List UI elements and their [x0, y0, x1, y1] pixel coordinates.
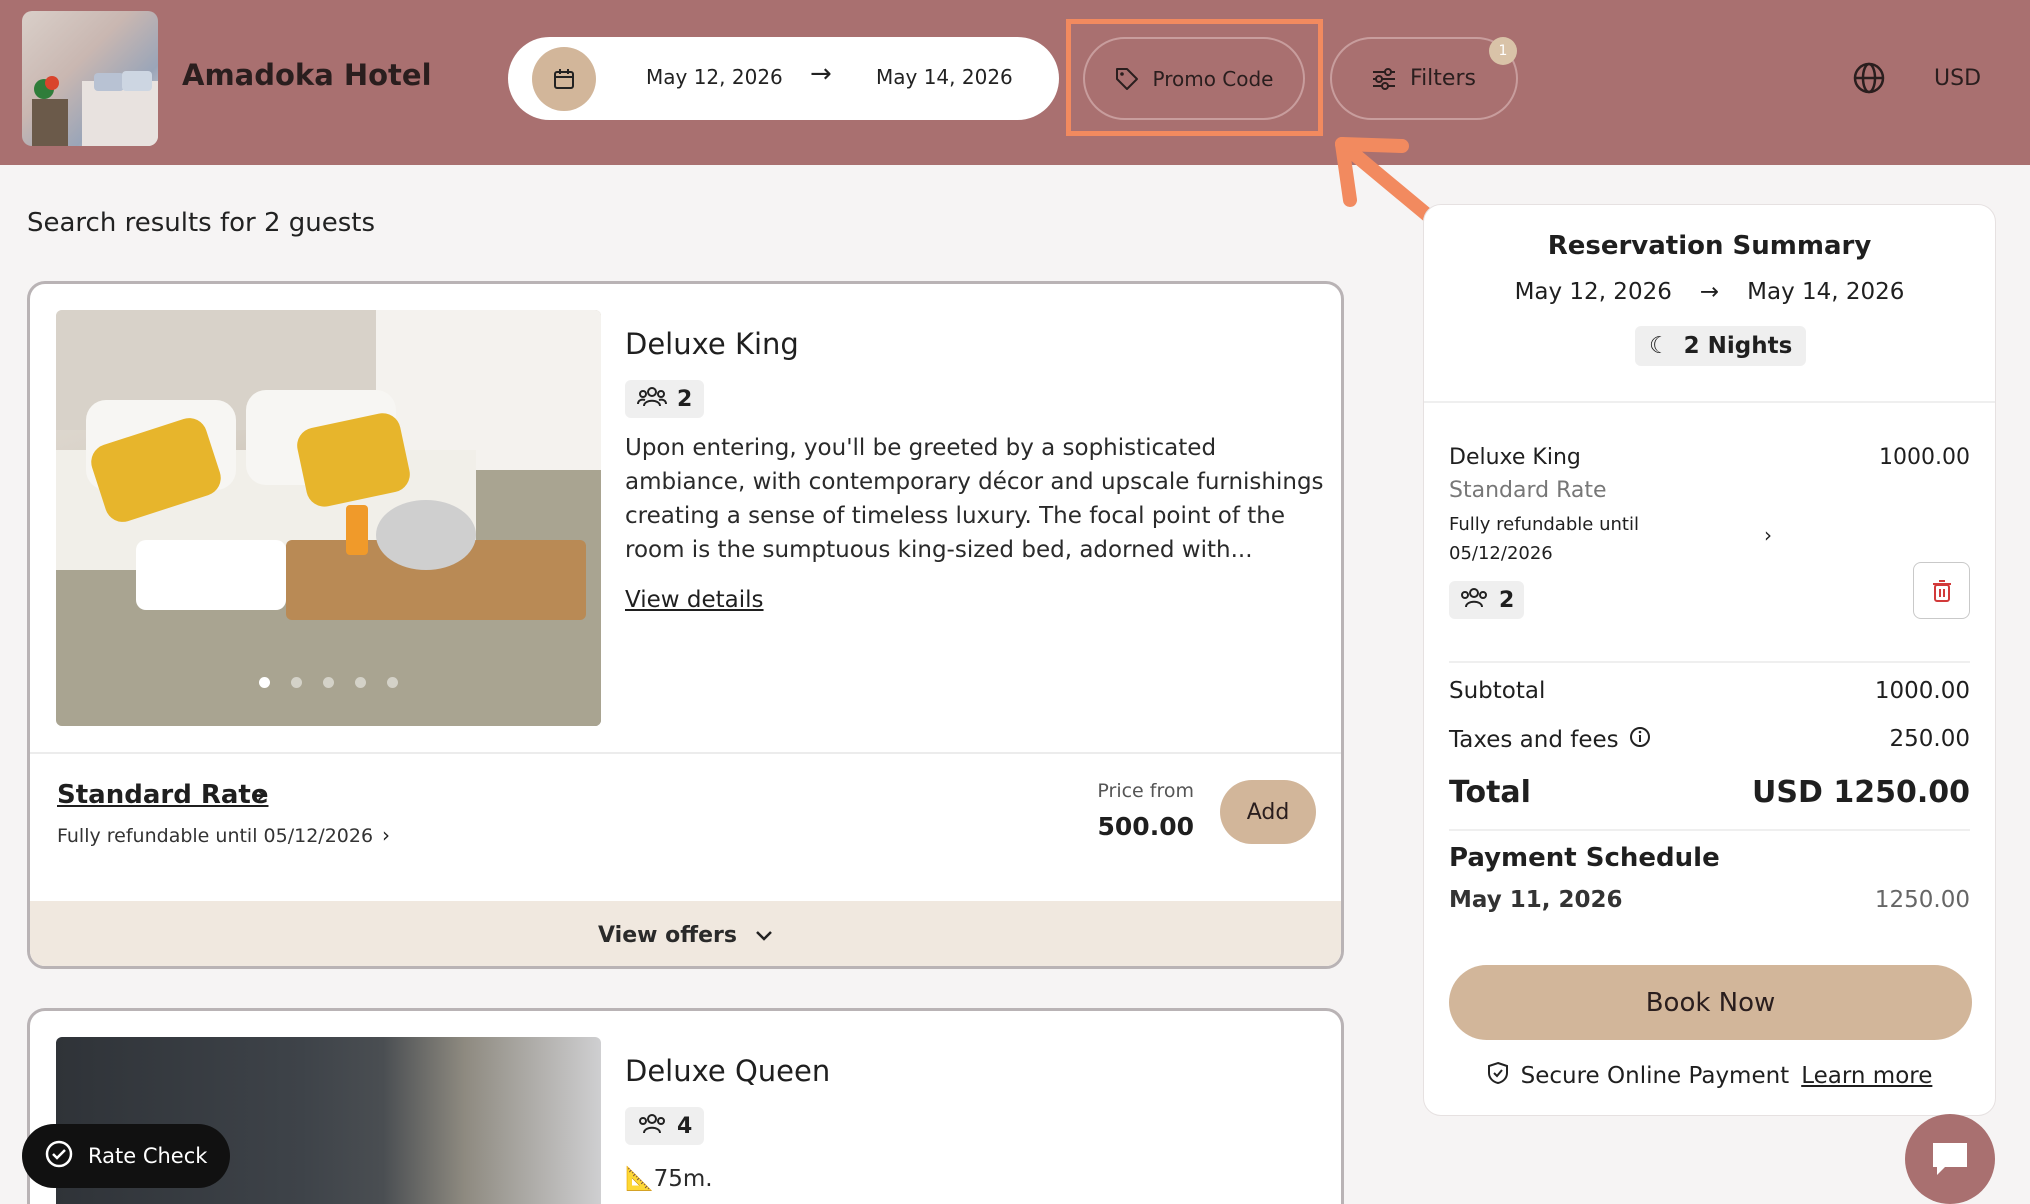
summary-room-name: Deluxe King [1449, 445, 1581, 470]
info-icon[interactable] [1629, 726, 1651, 754]
room-name: Deluxe Queen [625, 1054, 831, 1088]
nights-count: 2 Nights [1683, 333, 1793, 359]
carousel-dot[interactable] [387, 677, 398, 688]
promo-code-highlight [1066, 19, 1323, 136]
room-photo[interactable] [56, 310, 601, 726]
rate-refund-policy[interactable]: Fully refundable until 05/12/2026 [57, 825, 373, 847]
check-out-date[interactable]: May 14, 2026 [876, 65, 1013, 89]
guests-icon [637, 385, 667, 413]
rate-check-label: Rate Check [88, 1144, 208, 1168]
guests-icon [637, 1112, 667, 1140]
chevron-right-icon[interactable]: › [1764, 523, 1772, 547]
chevron-right-icon[interactable]: › [256, 780, 266, 810]
view-details-link[interactable]: View details [625, 587, 764, 613]
subtotal-label: Subtotal [1449, 678, 1546, 704]
carousel-dot[interactable] [259, 677, 270, 688]
learn-more-link[interactable]: Learn more [1801, 1063, 1932, 1089]
secure-payment-note: Secure Online Payment Learn more [1424, 1061, 1995, 1091]
chevron-down-icon [755, 923, 773, 948]
payment-schedule-amount: 1250.00 [1874, 887, 1970, 913]
divider [1449, 661, 1970, 663]
rate-name-link[interactable]: Standard Rate [57, 780, 268, 810]
total-label: Total [1449, 775, 1531, 810]
check-in-date[interactable]: May 12, 2026 [646, 65, 783, 89]
top-header: Amadoka Hotel May 12, 2026 → May 14, 202… [0, 0, 2030, 165]
book-now-button[interactable]: Book Now [1449, 965, 1972, 1040]
currency-selector[interactable]: USD [1934, 66, 1981, 91]
search-results-title: Search results for 2 guests [27, 208, 376, 238]
view-offers-button[interactable]: View offers [30, 901, 1341, 966]
room-description: Upon entering, you'll be greeted by a so… [625, 435, 1324, 563]
hotel-name: Amadoka Hotel [182, 58, 432, 92]
carousel-dot[interactable] [355, 677, 366, 688]
globe-icon[interactable] [1852, 61, 1886, 95]
guest-capacity-chip: 2 [625, 380, 705, 418]
chevron-right-icon[interactable]: › [382, 823, 390, 847]
secure-payment-text: Secure Online Payment [1520, 1063, 1790, 1089]
taxes-row: Taxes and fees [1449, 726, 1651, 754]
guest-count: 2 [677, 386, 693, 412]
filters-label: Filters [1410, 66, 1476, 91]
arrow-right-icon: → [810, 59, 832, 89]
room-card-deluxe-queen: Deluxe Queen 4 📐75m. [27, 1008, 1344, 1204]
summary-check-out: May 14, 2026 [1747, 279, 1905, 305]
guest-count: 4 [677, 1113, 693, 1139]
hotel-logo-image[interactable] [22, 11, 158, 146]
payment-schedule-title: Payment Schedule [1449, 843, 1720, 873]
view-offers-label: View offers [598, 922, 737, 948]
guest-capacity-chip: 4 [625, 1107, 705, 1145]
sliders-icon [1373, 67, 1396, 90]
date-range-picker[interactable]: May 12, 2026 → May 14, 2026 [508, 37, 1059, 120]
rate-check-button[interactable]: Rate Check [22, 1124, 230, 1188]
add-room-button[interactable]: Add [1220, 780, 1316, 844]
total-value: USD 1250.00 [1752, 775, 1970, 810]
summary-check-in: May 12, 2026 [1514, 279, 1672, 305]
shield-check-icon [1487, 1061, 1509, 1091]
divider [30, 752, 1341, 754]
divider [1424, 401, 1995, 403]
taxes-label: Taxes and fees [1449, 727, 1619, 753]
summary-title: Reservation Summary [1547, 231, 1872, 261]
carousel-dot[interactable] [323, 677, 334, 688]
summary-dates: May 12, 2026 → May 14, 2026 [1424, 279, 1995, 305]
remove-room-button[interactable] [1913, 562, 1970, 619]
guests-icon [1459, 586, 1489, 614]
calendar-icon[interactable] [532, 47, 596, 111]
room-area: 📐75m. [625, 1166, 713, 1192]
summary-room-price: 1000.00 [1879, 445, 1970, 470]
divider [1449, 829, 1970, 831]
price-value: 500.00 [1097, 812, 1194, 841]
chat-button[interactable] [1905, 1114, 1995, 1204]
price-from-label: Price from [1097, 780, 1194, 802]
arrow-right-icon: → [1699, 279, 1720, 305]
taxes-value: 250.00 [1889, 726, 1970, 752]
trash-icon [1932, 579, 1951, 602]
summary-guest-chip: 2 [1449, 581, 1525, 619]
check-circle-icon [44, 1139, 74, 1174]
reservation-summary-panel: Reservation Summary May 12, 2026 → May 1… [1423, 204, 1996, 1116]
summary-rate-name: Standard Rate [1449, 478, 1607, 503]
moon-icon: ☾ [1649, 333, 1670, 359]
subtotal-value: 1000.00 [1874, 678, 1970, 704]
room-card-deluxe-king: Deluxe King 2 Upon entering, you'll be g… [27, 281, 1344, 969]
filters-count-badge: 1 [1489, 37, 1517, 65]
nights-chip: ☾ 2 Nights [1635, 326, 1807, 366]
carousel-dots[interactable] [56, 677, 601, 688]
summary-refund-policy: Fully refundable until 05/12/2026 [1449, 514, 1639, 564]
summary-guest-count: 2 [1499, 587, 1515, 613]
room-name: Deluxe King [625, 327, 799, 361]
payment-schedule-date: May 11, 2026 [1449, 887, 1623, 913]
carousel-dot[interactable] [291, 677, 302, 688]
chat-icon [1933, 1143, 1967, 1175]
